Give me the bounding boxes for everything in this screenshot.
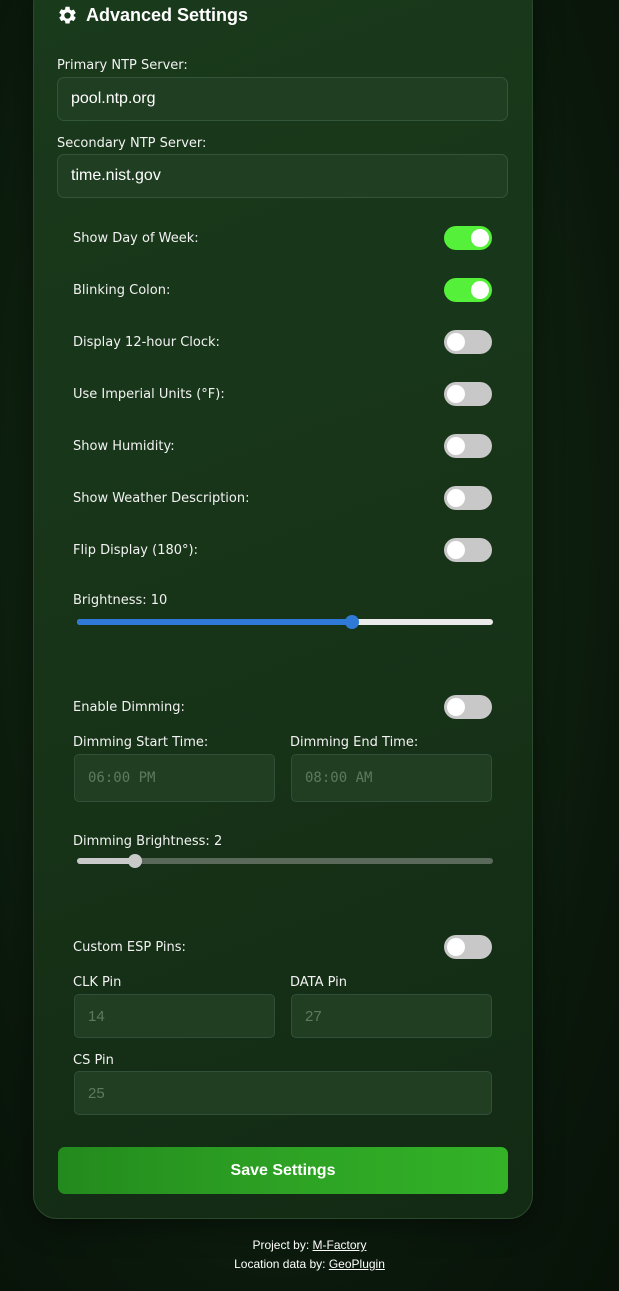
footer-project-prefix: Project by: [252, 1238, 310, 1252]
enable-dimming-toggle[interactable] [444, 695, 492, 719]
setting-row-flip-display: Flip Display (180°): [73, 537, 492, 563]
day-of-week-toggle[interactable] [444, 226, 492, 250]
toggle-knob [447, 385, 465, 403]
brightness-label: Brightness: 10 [73, 593, 168, 608]
blinking-colon-toggle[interactable] [444, 278, 492, 302]
setting-label: Show Day of Week: [73, 230, 199, 246]
data-pin-input[interactable]: 27 [291, 994, 492, 1038]
footer-project-line: Project by: M-Factory [0, 1238, 619, 1252]
setting-label: Blinking Colon: [73, 282, 171, 298]
toggle-knob [447, 541, 465, 559]
custom-pins-toggle[interactable] [444, 935, 492, 959]
toggle-knob [447, 489, 465, 507]
setting-label: Custom ESP Pins: [73, 939, 186, 955]
primary-ntp-label: Primary NTP Server: [57, 58, 188, 73]
setting-label: Use Imperial Units (°F): [73, 386, 225, 402]
section-header: Advanced Settings [57, 5, 248, 26]
dimming-brightness-label: Dimming Brightness: 2 [73, 834, 223, 849]
secondary-ntp-label: Secondary NTP Server: [57, 136, 207, 151]
setting-row-humidity: Show Humidity: [73, 433, 492, 459]
geoplugin-link[interactable]: GeoPlugin [329, 1257, 385, 1271]
brightness-slider-fill [77, 619, 352, 625]
data-pin-label: DATA Pin [290, 975, 348, 990]
dimming-end-time-input[interactable]: 08:00 AM [291, 754, 492, 802]
m-factory-link[interactable]: M-Factory [313, 1238, 367, 1252]
save-settings-button[interactable]: Save Settings [58, 1147, 508, 1194]
setting-row-blinking-colon: Blinking Colon: [73, 277, 492, 303]
toggle-knob [471, 229, 489, 247]
brightness-slider-thumb[interactable] [344, 615, 359, 629]
setting-label: Enable Dimming: [73, 699, 185, 715]
dimming-brightness-slider[interactable] [77, 854, 493, 868]
toggle-knob [471, 281, 489, 299]
toggle-knob [447, 333, 465, 351]
dimming-end-label: Dimming End Time: [290, 735, 419, 750]
toggle-knob [447, 437, 465, 455]
setting-row-enable-dimming: Enable Dimming: [73, 694, 492, 720]
setting-row-custom-pins: Custom ESP Pins: [73, 934, 492, 960]
toggle-knob [447, 698, 465, 716]
setting-label: Flip Display (180°): [73, 542, 198, 558]
flip-display-toggle[interactable] [444, 538, 492, 562]
toggle-knob [447, 938, 465, 956]
setting-row-day-of-week: Show Day of Week: [73, 225, 492, 251]
weather-description-toggle[interactable] [444, 486, 492, 510]
dimming-start-label: Dimming Start Time: [73, 735, 209, 750]
gear-icon [57, 5, 78, 26]
setting-row-12-hour: Display 12-hour Clock: [73, 329, 492, 355]
secondary-ntp-input[interactable]: time.nist.gov [57, 154, 508, 198]
footer-location-prefix: Location data by: [234, 1257, 326, 1271]
setting-row-weather-description: Show Weather Description: [73, 485, 492, 511]
twelve-hour-toggle[interactable] [444, 330, 492, 354]
dimming-brightness-slider-fill [77, 858, 136, 864]
setting-label: Show Humidity: [73, 438, 175, 454]
brightness-slider[interactable] [77, 615, 493, 629]
clk-pin-label: CLK Pin [73, 975, 122, 990]
imperial-units-toggle[interactable] [444, 382, 492, 406]
setting-row-imperial-units: Use Imperial Units (°F): [73, 381, 492, 407]
cs-pin-input[interactable]: 25 [74, 1071, 492, 1115]
clk-pin-input[interactable]: 14 [74, 994, 275, 1038]
humidity-toggle[interactable] [444, 434, 492, 458]
cs-pin-label: CS Pin [73, 1053, 114, 1068]
setting-label: Show Weather Description: [73, 490, 250, 506]
dimming-start-time-input[interactable]: 06:00 PM [74, 754, 275, 802]
setting-label: Display 12-hour Clock: [73, 334, 220, 350]
section-title: Advanced Settings [86, 5, 249, 25]
footer-location-line: Location data by: GeoPlugin [0, 1257, 619, 1271]
primary-ntp-input[interactable]: pool.ntp.org [57, 77, 508, 121]
